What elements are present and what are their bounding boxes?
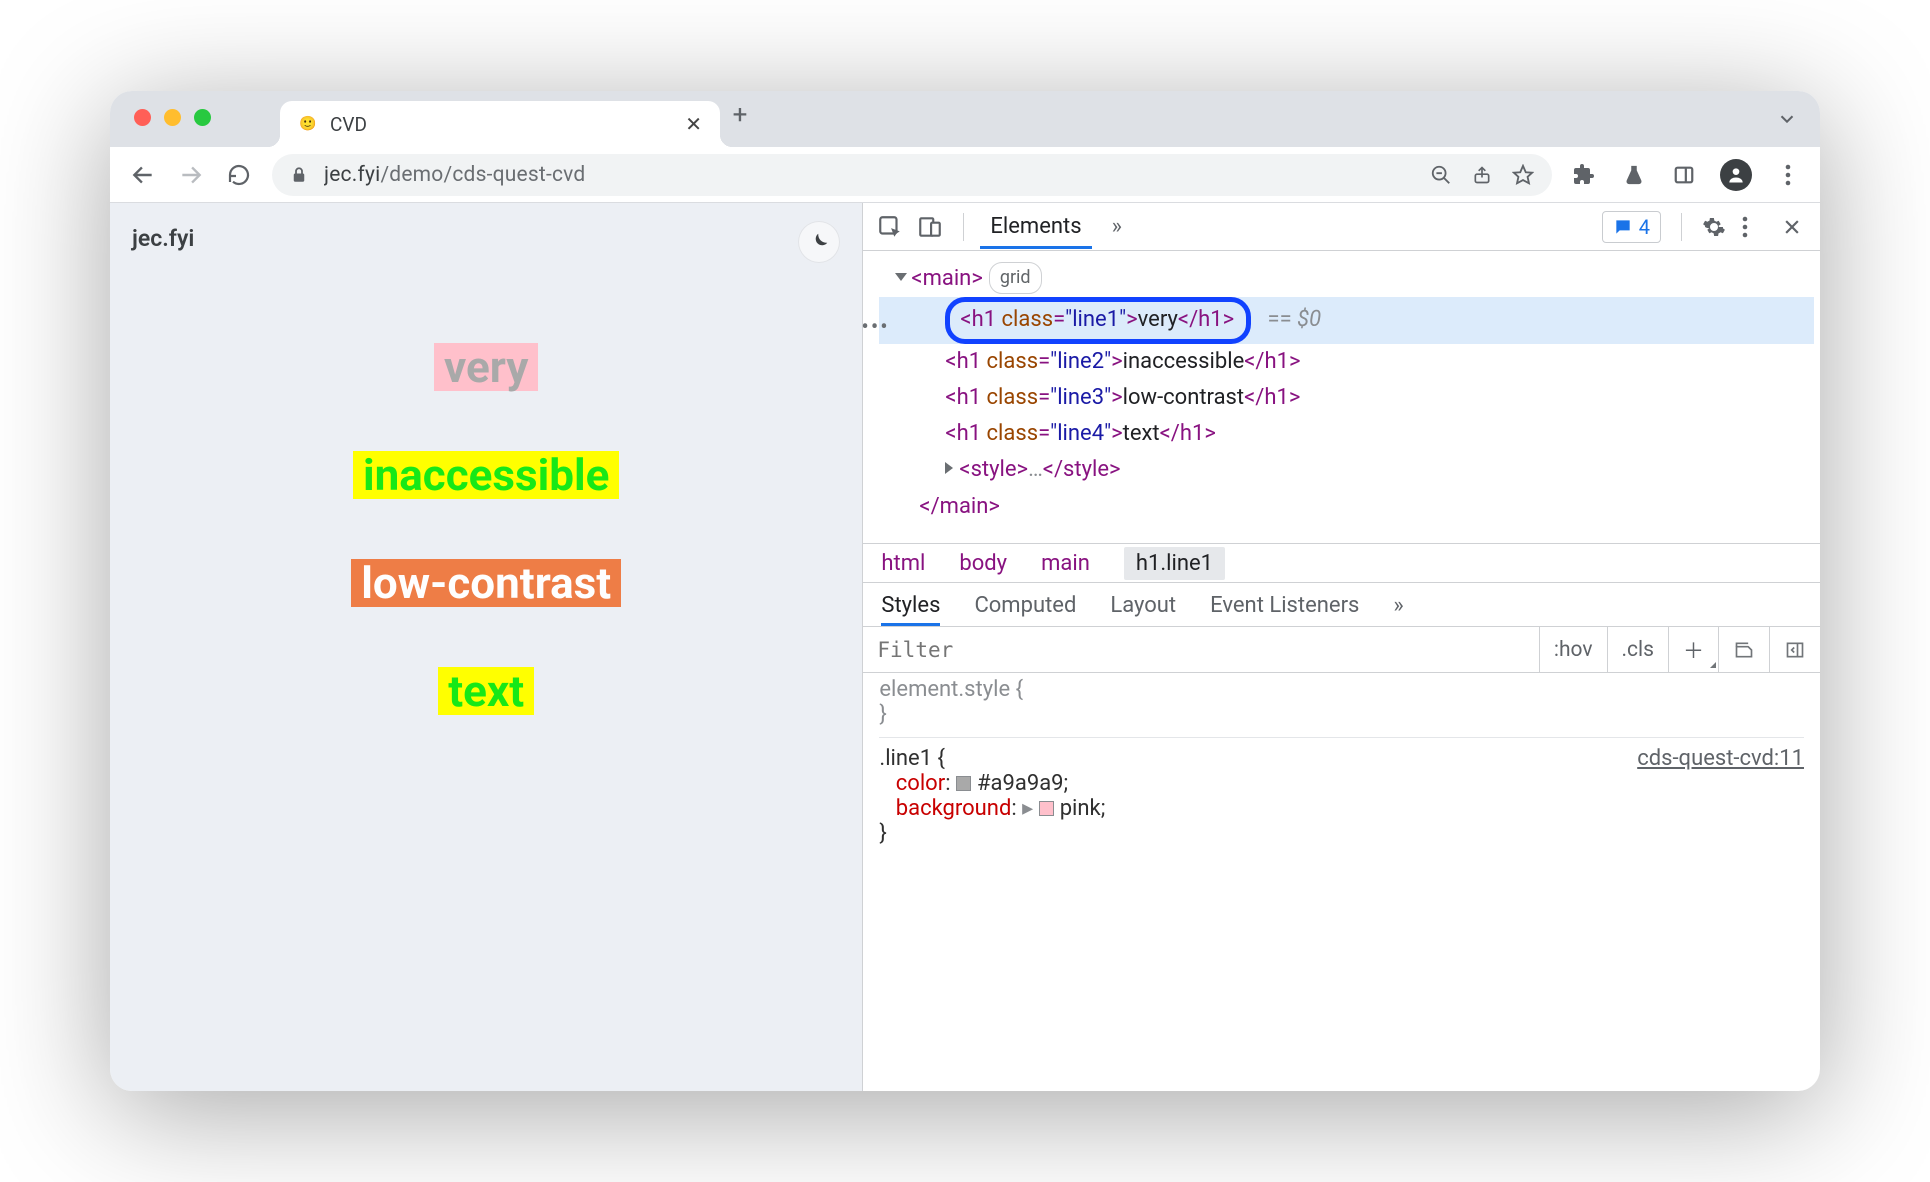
demo-word-1: very bbox=[434, 343, 538, 391]
crumb-item[interactable]: html bbox=[881, 551, 925, 576]
dom-breadcrumb[interactable]: html body main h1.line1 bbox=[863, 543, 1820, 583]
issues-counter[interactable]: 4 bbox=[1602, 211, 1661, 243]
expand-shorthand-icon[interactable]: ▸ bbox=[1022, 796, 1033, 821]
hov-toggle[interactable]: :hov bbox=[1539, 627, 1607, 672]
styles-subtabs: Styles Computed Layout Event Listeners » bbox=[863, 583, 1820, 627]
tree-row[interactable]: <style>…</style> bbox=[879, 452, 1814, 488]
subtabs-overflow-icon[interactable]: » bbox=[1393, 593, 1403, 626]
demo-word-3: low-contrast bbox=[351, 559, 621, 607]
browser-window: 🙂 CVD ✕ + jec.fyi/demo/cds-quest-cvd bbox=[110, 91, 1820, 1091]
settings-icon[interactable] bbox=[1702, 215, 1732, 239]
crumb-item[interactable]: main bbox=[1041, 551, 1090, 576]
maximize-window-icon[interactable] bbox=[194, 109, 211, 126]
devtools-menu-icon[interactable] bbox=[1742, 216, 1772, 238]
browser-tab[interactable]: 🙂 CVD ✕ bbox=[280, 101, 720, 147]
reload-button[interactable] bbox=[224, 163, 254, 187]
tree-row[interactable]: <h1 class="line2">inaccessible</h1> bbox=[879, 344, 1814, 380]
labs-icon[interactable] bbox=[1620, 163, 1648, 187]
lock-icon[interactable] bbox=[290, 166, 308, 184]
toggle-sidebar-icon[interactable] bbox=[1769, 627, 1820, 672]
expand-icon[interactable] bbox=[895, 273, 907, 281]
profile-avatar[interactable] bbox=[1720, 159, 1752, 191]
crumb-item[interactable]: body bbox=[959, 551, 1007, 576]
element-style-block[interactable]: element.style {} bbox=[879, 677, 1804, 727]
subtab-computed[interactable]: Computed bbox=[974, 593, 1076, 626]
tab-strip: 🙂 CVD ✕ + bbox=[110, 91, 1820, 147]
styles-filter-input[interactable] bbox=[863, 638, 1538, 662]
subtab-layout[interactable]: Layout bbox=[1110, 593, 1176, 626]
color-swatch[interactable] bbox=[956, 776, 971, 791]
rendered-page: jec.fyi very inaccessible low-contrast t… bbox=[110, 203, 862, 1091]
inspect-element-icon[interactable] bbox=[877, 214, 907, 240]
browser-toolbar: jec.fyi/demo/cds-quest-cvd bbox=[110, 147, 1820, 203]
subtab-event-listeners[interactable]: Event Listeners bbox=[1210, 593, 1359, 626]
theme-toggle-button[interactable] bbox=[798, 221, 840, 263]
back-button[interactable] bbox=[128, 162, 158, 188]
tree-row[interactable]: <h1 class="line4">text</h1> bbox=[879, 416, 1814, 452]
forward-button[interactable] bbox=[176, 162, 206, 188]
new-tab-button[interactable]: + bbox=[720, 100, 760, 130]
tab-title: CVD bbox=[330, 113, 673, 136]
devtools-panel: Elements » 4 ••• <main>grid <h1 class="l… bbox=[862, 203, 1820, 1091]
site-logo-text: jec.fyi bbox=[132, 225, 194, 252]
tree-row-selected[interactable]: <h1 class="line1">very</h1> == $0 bbox=[879, 297, 1814, 343]
demo-word-4: text bbox=[438, 667, 534, 715]
css-rule[interactable]: cds-quest-cvd:11 .line1 { color: #a9a9a9… bbox=[879, 737, 1804, 846]
close-window-icon[interactable] bbox=[134, 109, 151, 126]
bookmark-icon[interactable] bbox=[1512, 164, 1534, 186]
copy-styles-icon[interactable] bbox=[1718, 627, 1769, 672]
rule-source-link[interactable]: cds-quest-cvd:11 bbox=[1637, 746, 1804, 771]
dom-tree[interactable]: ••• <main>grid <h1 class="line1">very</h… bbox=[863, 251, 1820, 543]
tab-favicon: 🙂 bbox=[298, 114, 318, 134]
expand-icon[interactable] bbox=[945, 462, 953, 474]
share-icon[interactable] bbox=[1472, 165, 1492, 185]
zoom-icon[interactable] bbox=[1430, 164, 1452, 186]
styles-filter-bar: :hov .cls ＋ bbox=[863, 627, 1820, 673]
tab-elements[interactable]: Elements bbox=[980, 204, 1091, 249]
grid-badge[interactable]: grid bbox=[989, 262, 1042, 294]
url-text: jec.fyi/demo/cds-quest-cvd bbox=[324, 163, 1414, 187]
styles-pane[interactable]: element.style {} cds-quest-cvd:11 .line1… bbox=[863, 673, 1820, 1091]
chrome-menu-icon[interactable] bbox=[1774, 164, 1802, 186]
close-tab-icon[interactable]: ✕ bbox=[685, 112, 702, 136]
color-swatch[interactable] bbox=[1039, 801, 1054, 816]
close-devtools-icon[interactable] bbox=[1782, 217, 1812, 237]
window-controls bbox=[134, 109, 211, 126]
cls-toggle[interactable]: .cls bbox=[1607, 627, 1668, 672]
subtab-styles[interactable]: Styles bbox=[881, 593, 940, 626]
new-style-rule-button[interactable]: ＋ bbox=[1668, 627, 1718, 672]
address-bar[interactable]: jec.fyi/demo/cds-quest-cvd bbox=[272, 154, 1552, 196]
device-toolbar-icon[interactable] bbox=[917, 214, 947, 240]
tabs-overflow-icon[interactable] bbox=[1776, 108, 1798, 130]
extensions-icon[interactable] bbox=[1570, 163, 1598, 187]
tree-row[interactable]: <h1 class="line3">low-contrast</h1> bbox=[879, 380, 1814, 416]
sidepanel-icon[interactable] bbox=[1670, 164, 1698, 186]
row-actions-icon[interactable]: ••• bbox=[861, 315, 889, 340]
tabs-overflow-icon[interactable]: » bbox=[1102, 204, 1132, 249]
minimize-window-icon[interactable] bbox=[164, 109, 181, 126]
devtools-tabbar: Elements » 4 bbox=[863, 203, 1820, 251]
demo-word-2: inaccessible bbox=[353, 451, 619, 499]
crumb-item-selected[interactable]: h1.line1 bbox=[1124, 547, 1225, 580]
